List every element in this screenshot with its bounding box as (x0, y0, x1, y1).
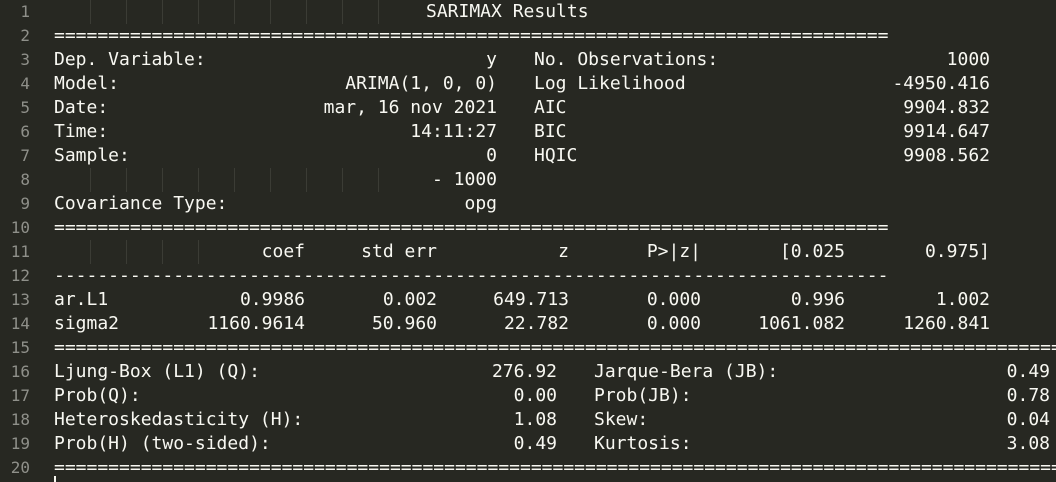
log-likelihood-value: -4950.416 (892, 73, 990, 94)
ci-upper-cell: 1260.841 (903, 313, 990, 334)
separator-rule-long: ========================================… (54, 337, 1056, 358)
text-editor[interactable]: 1 2 3 4 5 6 7 8 9 10 11 12 13 14 15 16 1… (0, 0, 1056, 482)
separator-rule: ========================================… (54, 217, 889, 238)
bic-value: 9914.647 (903, 121, 990, 142)
skew-value: 0.04 (1006, 409, 1050, 430)
ci-upper-cell: 1.002 (935, 289, 990, 310)
dash-rule: ----------------------------------------… (54, 265, 889, 286)
summary-title: SARIMAX Results (426, 1, 589, 22)
sample-end-value: - 1000 (431, 169, 497, 190)
code-area[interactable]: SARIMAX Results ========================… (0, 0, 1056, 482)
jarque-bera-value: 0.49 (1006, 361, 1050, 382)
hqic-value: 9908.562 (903, 145, 990, 166)
header-ci-upper: 0.975] (924, 241, 990, 262)
separator-rule-long: ========================================… (54, 457, 1056, 478)
kurtosis-value: 3.08 (1006, 433, 1050, 454)
covariance-type-value: opg (464, 193, 497, 214)
nobs-value: 1000 (946, 49, 990, 70)
text-cursor (54, 476, 56, 482)
prob-jb-value: 0.78 (1006, 385, 1050, 406)
separator-rule: ========================================… (54, 25, 889, 46)
aic-value: 9904.832 (903, 97, 990, 118)
